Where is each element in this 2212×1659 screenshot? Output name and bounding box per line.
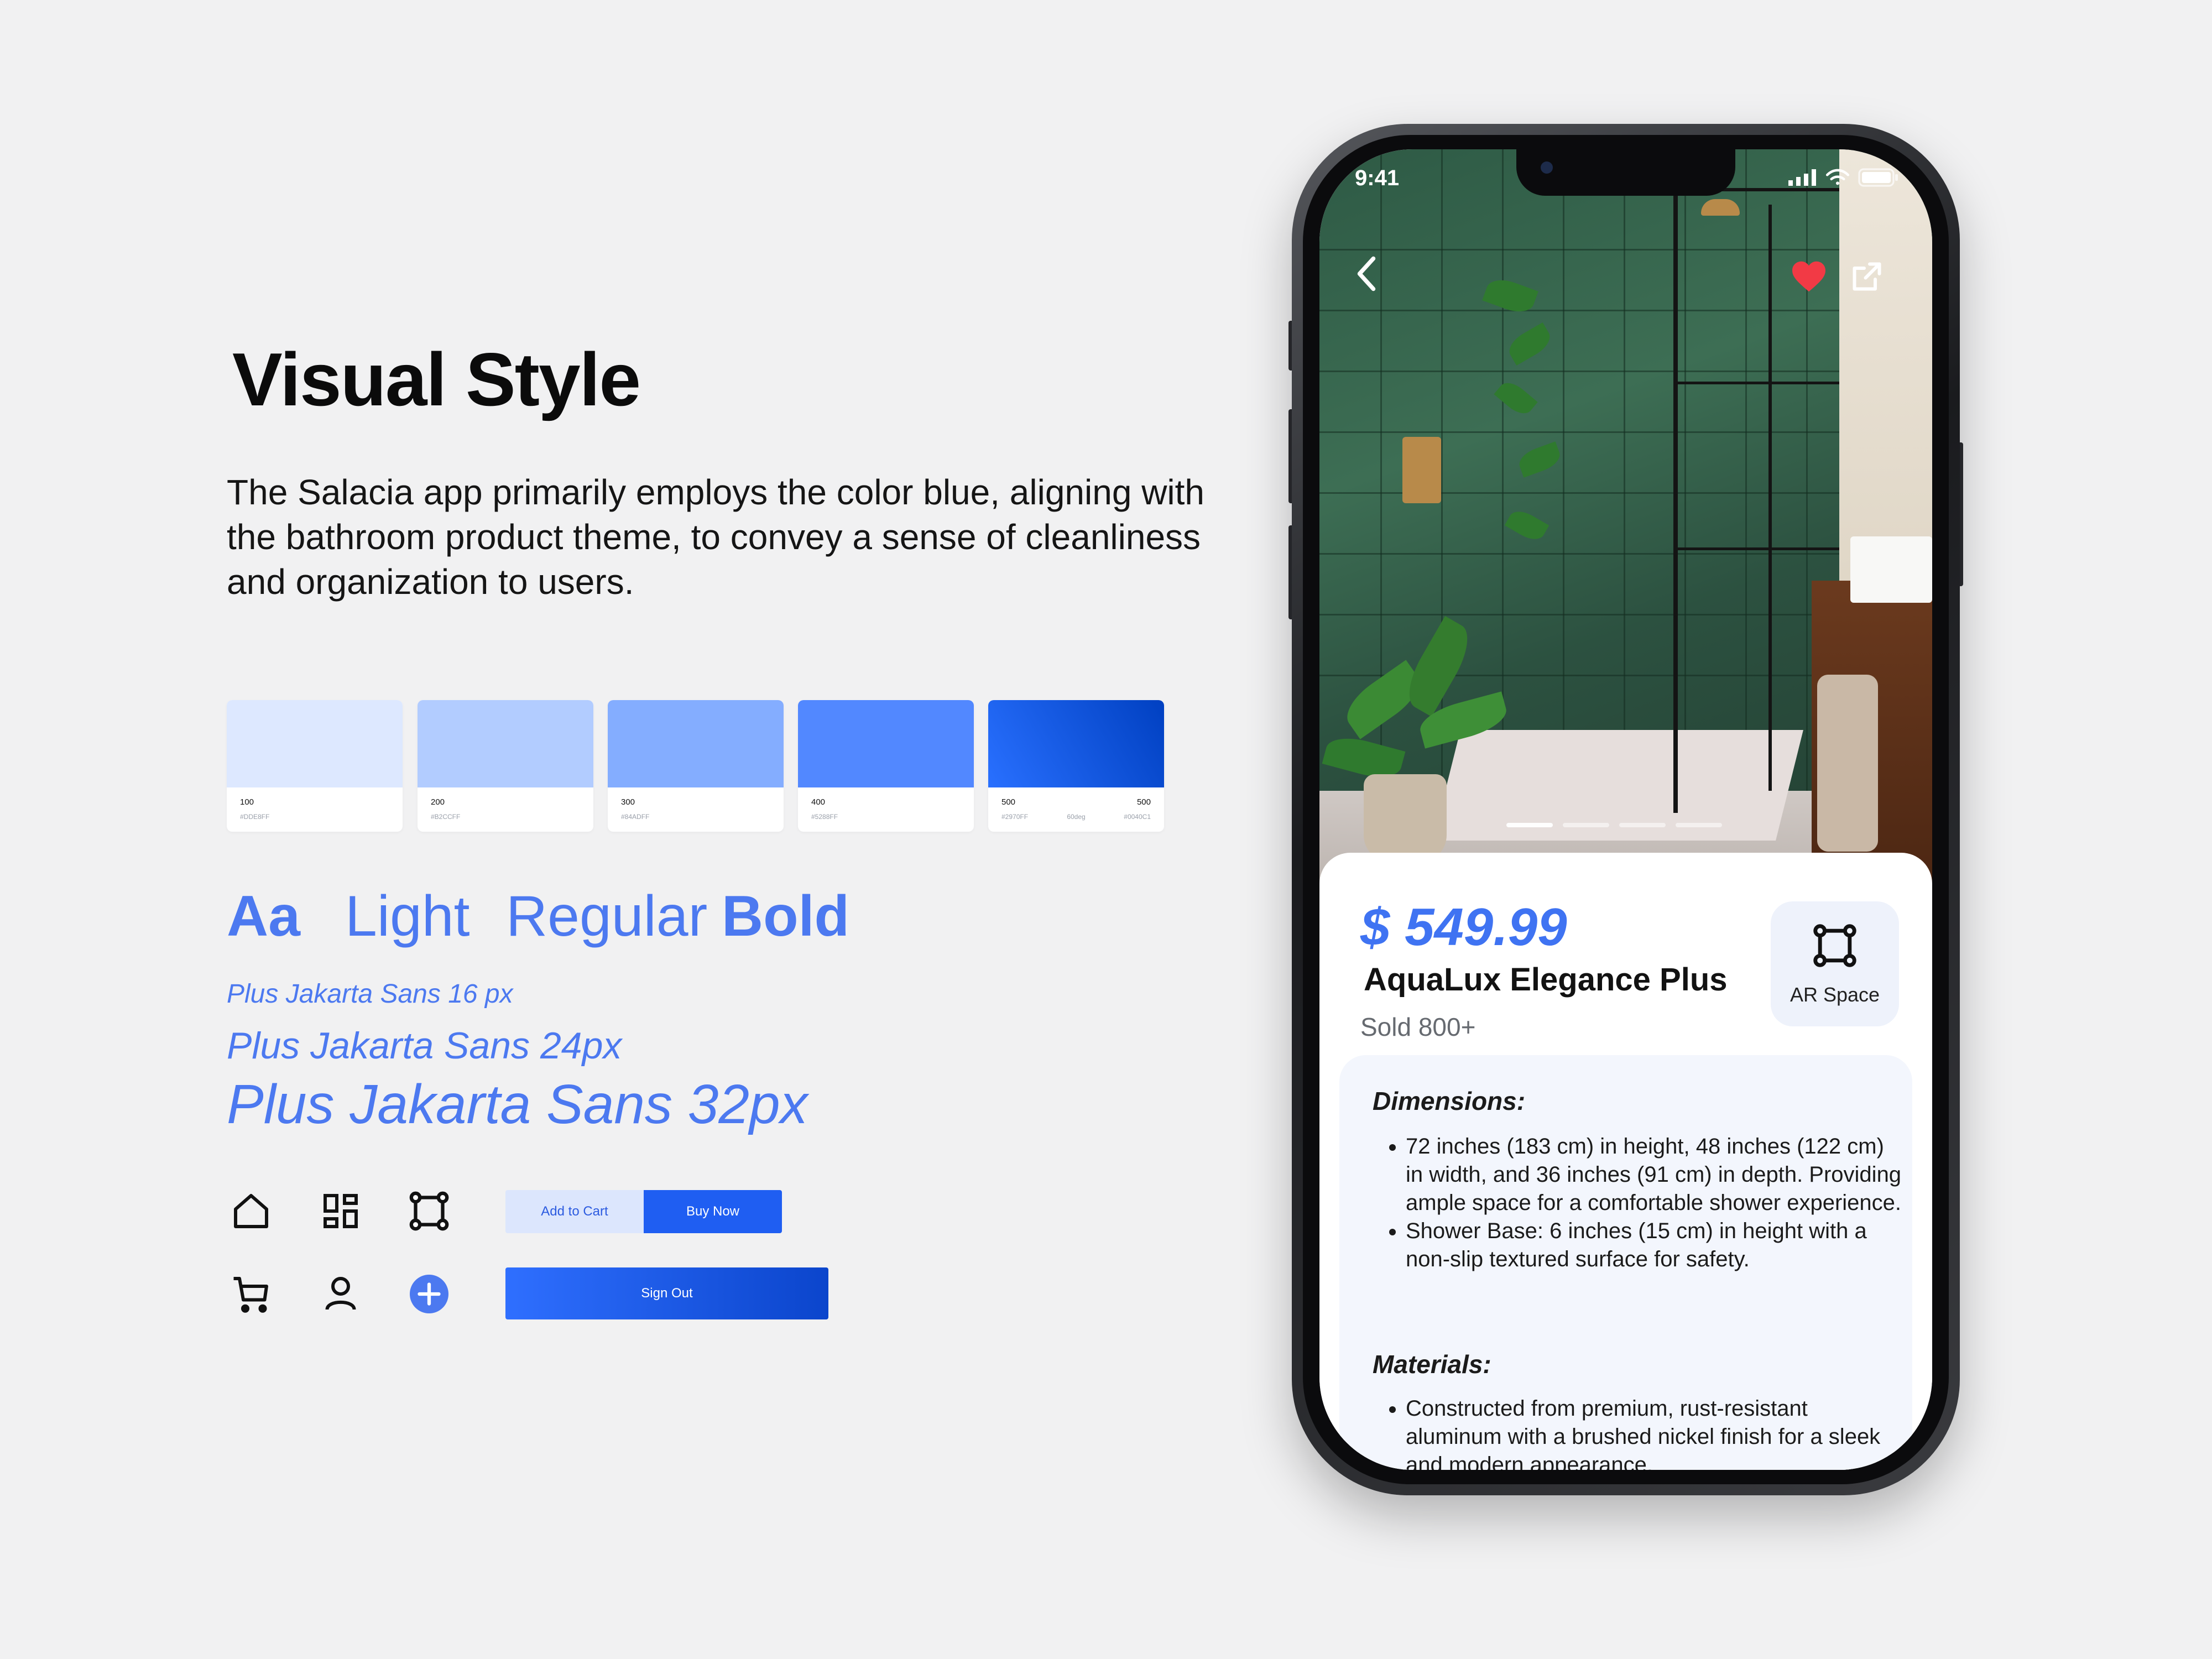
dashboard-icon[interactable] bbox=[317, 1188, 364, 1234]
swatch-hex: #84ADFF bbox=[621, 813, 650, 821]
product-photo[interactable]: 9:41 bbox=[1319, 149, 1932, 912]
product-price: $ 549.99 bbox=[1360, 898, 1567, 957]
swatch-100: 100 #DDE8FF bbox=[227, 700, 403, 832]
product-details: Dimensions: 72 inches (183 cm) in height… bbox=[1339, 1055, 1912, 1470]
font-size-24: Plus Jakarta Sans 24px bbox=[227, 1025, 622, 1067]
status-icons bbox=[1788, 168, 1899, 187]
plus-circle-icon[interactable] bbox=[406, 1271, 452, 1317]
weight-bold: Bold bbox=[722, 884, 850, 948]
carousel-dot[interactable] bbox=[1676, 823, 1722, 827]
list-item: 72 inches (183 cm) in height, 48 inches … bbox=[1406, 1133, 1903, 1217]
favorite-heart-icon[interactable] bbox=[1791, 260, 1827, 296]
status-time: 9:41 bbox=[1355, 166, 1400, 190]
buy-now-button[interactable]: Buy Now bbox=[644, 1190, 782, 1233]
add-to-cart-button[interactable]: Add to Cart bbox=[505, 1190, 644, 1233]
swatch-400: 400 #5288FF bbox=[798, 700, 974, 832]
swatch-300: 300 #84ADFF bbox=[608, 700, 784, 832]
phone-camera bbox=[1541, 161, 1553, 174]
swatch-hex: #0040C1 bbox=[1124, 813, 1151, 821]
phone-screen: 9:41 $ 549.99 AquaLux Elegance Plus Sold… bbox=[1319, 149, 1932, 1470]
carousel-dot[interactable] bbox=[1619, 823, 1666, 827]
swatch-100-color bbox=[227, 700, 403, 787]
swatch-300-color bbox=[608, 700, 784, 787]
list-item: Constructed from premium, rust-resistant… bbox=[1406, 1395, 1903, 1470]
swatch-label: 500 bbox=[1136, 797, 1151, 807]
swatch-hex: #DDE8FF bbox=[240, 813, 270, 821]
font-size-16: Plus Jakarta Sans 16 px bbox=[227, 979, 513, 1009]
product-name: AquaLux Elegance Plus bbox=[1364, 962, 1728, 998]
materials-list: Constructed from premium, rust-resistant… bbox=[1373, 1395, 1903, 1470]
swatch-label: 300 bbox=[621, 797, 635, 807]
sign-out-button[interactable]: Sign Out bbox=[505, 1267, 828, 1319]
description-text: The Salacia app primarily employs the co… bbox=[227, 472, 1204, 602]
ar-frame-icon[interactable] bbox=[406, 1188, 452, 1234]
type-sample: Aa bbox=[227, 884, 300, 948]
list-item: Shower Base: 6 inches (15 cm) in height … bbox=[1406, 1217, 1903, 1274]
wifi-icon bbox=[1825, 169, 1850, 185]
dimensions-heading: Dimensions: bbox=[1373, 1087, 1526, 1115]
swatch-400-color bbox=[798, 700, 974, 787]
swatch-label: 200 bbox=[431, 797, 445, 807]
ar-space-button[interactable]: AR Space bbox=[1771, 901, 1899, 1026]
back-chevron-icon[interactable] bbox=[1353, 254, 1380, 296]
signal-icon bbox=[1788, 169, 1816, 186]
product-sheet: $ 549.99 AquaLux Elegance Plus Sold 800+… bbox=[1319, 853, 1932, 1470]
font-size-32: Plus Jakarta Sans 32px bbox=[227, 1073, 808, 1135]
swatch-200: 200 #B2CCFF bbox=[418, 700, 593, 832]
ar-space-label: AR Space bbox=[1790, 983, 1880, 1006]
swatch-hex: #5288FF bbox=[811, 813, 838, 821]
swatch-label: 500 bbox=[1001, 797, 1016, 807]
swatch-label: 100 bbox=[240, 797, 254, 807]
sold-count: Sold 800+ bbox=[1360, 1013, 1476, 1041]
dimensions-list: 72 inches (183 cm) in height, 48 inches … bbox=[1373, 1133, 1903, 1274]
swatch-hex: #B2CCFF bbox=[431, 813, 461, 821]
ar-frame-icon bbox=[1809, 920, 1860, 974]
carousel-dot[interactable] bbox=[1563, 823, 1609, 827]
home-icon[interactable] bbox=[228, 1188, 274, 1234]
swatch-500-color bbox=[988, 700, 1164, 787]
materials-heading: Materials: bbox=[1373, 1350, 1491, 1379]
swatch-500-gradient: 500 #2970FF 60deg 500 #0040C1 bbox=[988, 700, 1164, 832]
user-icon[interactable] bbox=[317, 1271, 364, 1317]
battery-icon bbox=[1858, 168, 1898, 187]
page-title: Visual Style bbox=[232, 337, 641, 421]
weight-regular: Regular bbox=[506, 884, 708, 948]
swatch-label: 400 bbox=[811, 797, 826, 807]
swatch-200-color bbox=[418, 700, 593, 787]
cart-icon[interactable] bbox=[228, 1271, 274, 1317]
weight-light: Light bbox=[345, 884, 470, 948]
share-external-icon[interactable] bbox=[1850, 260, 1884, 296]
carousel-dot-active[interactable] bbox=[1506, 823, 1553, 827]
